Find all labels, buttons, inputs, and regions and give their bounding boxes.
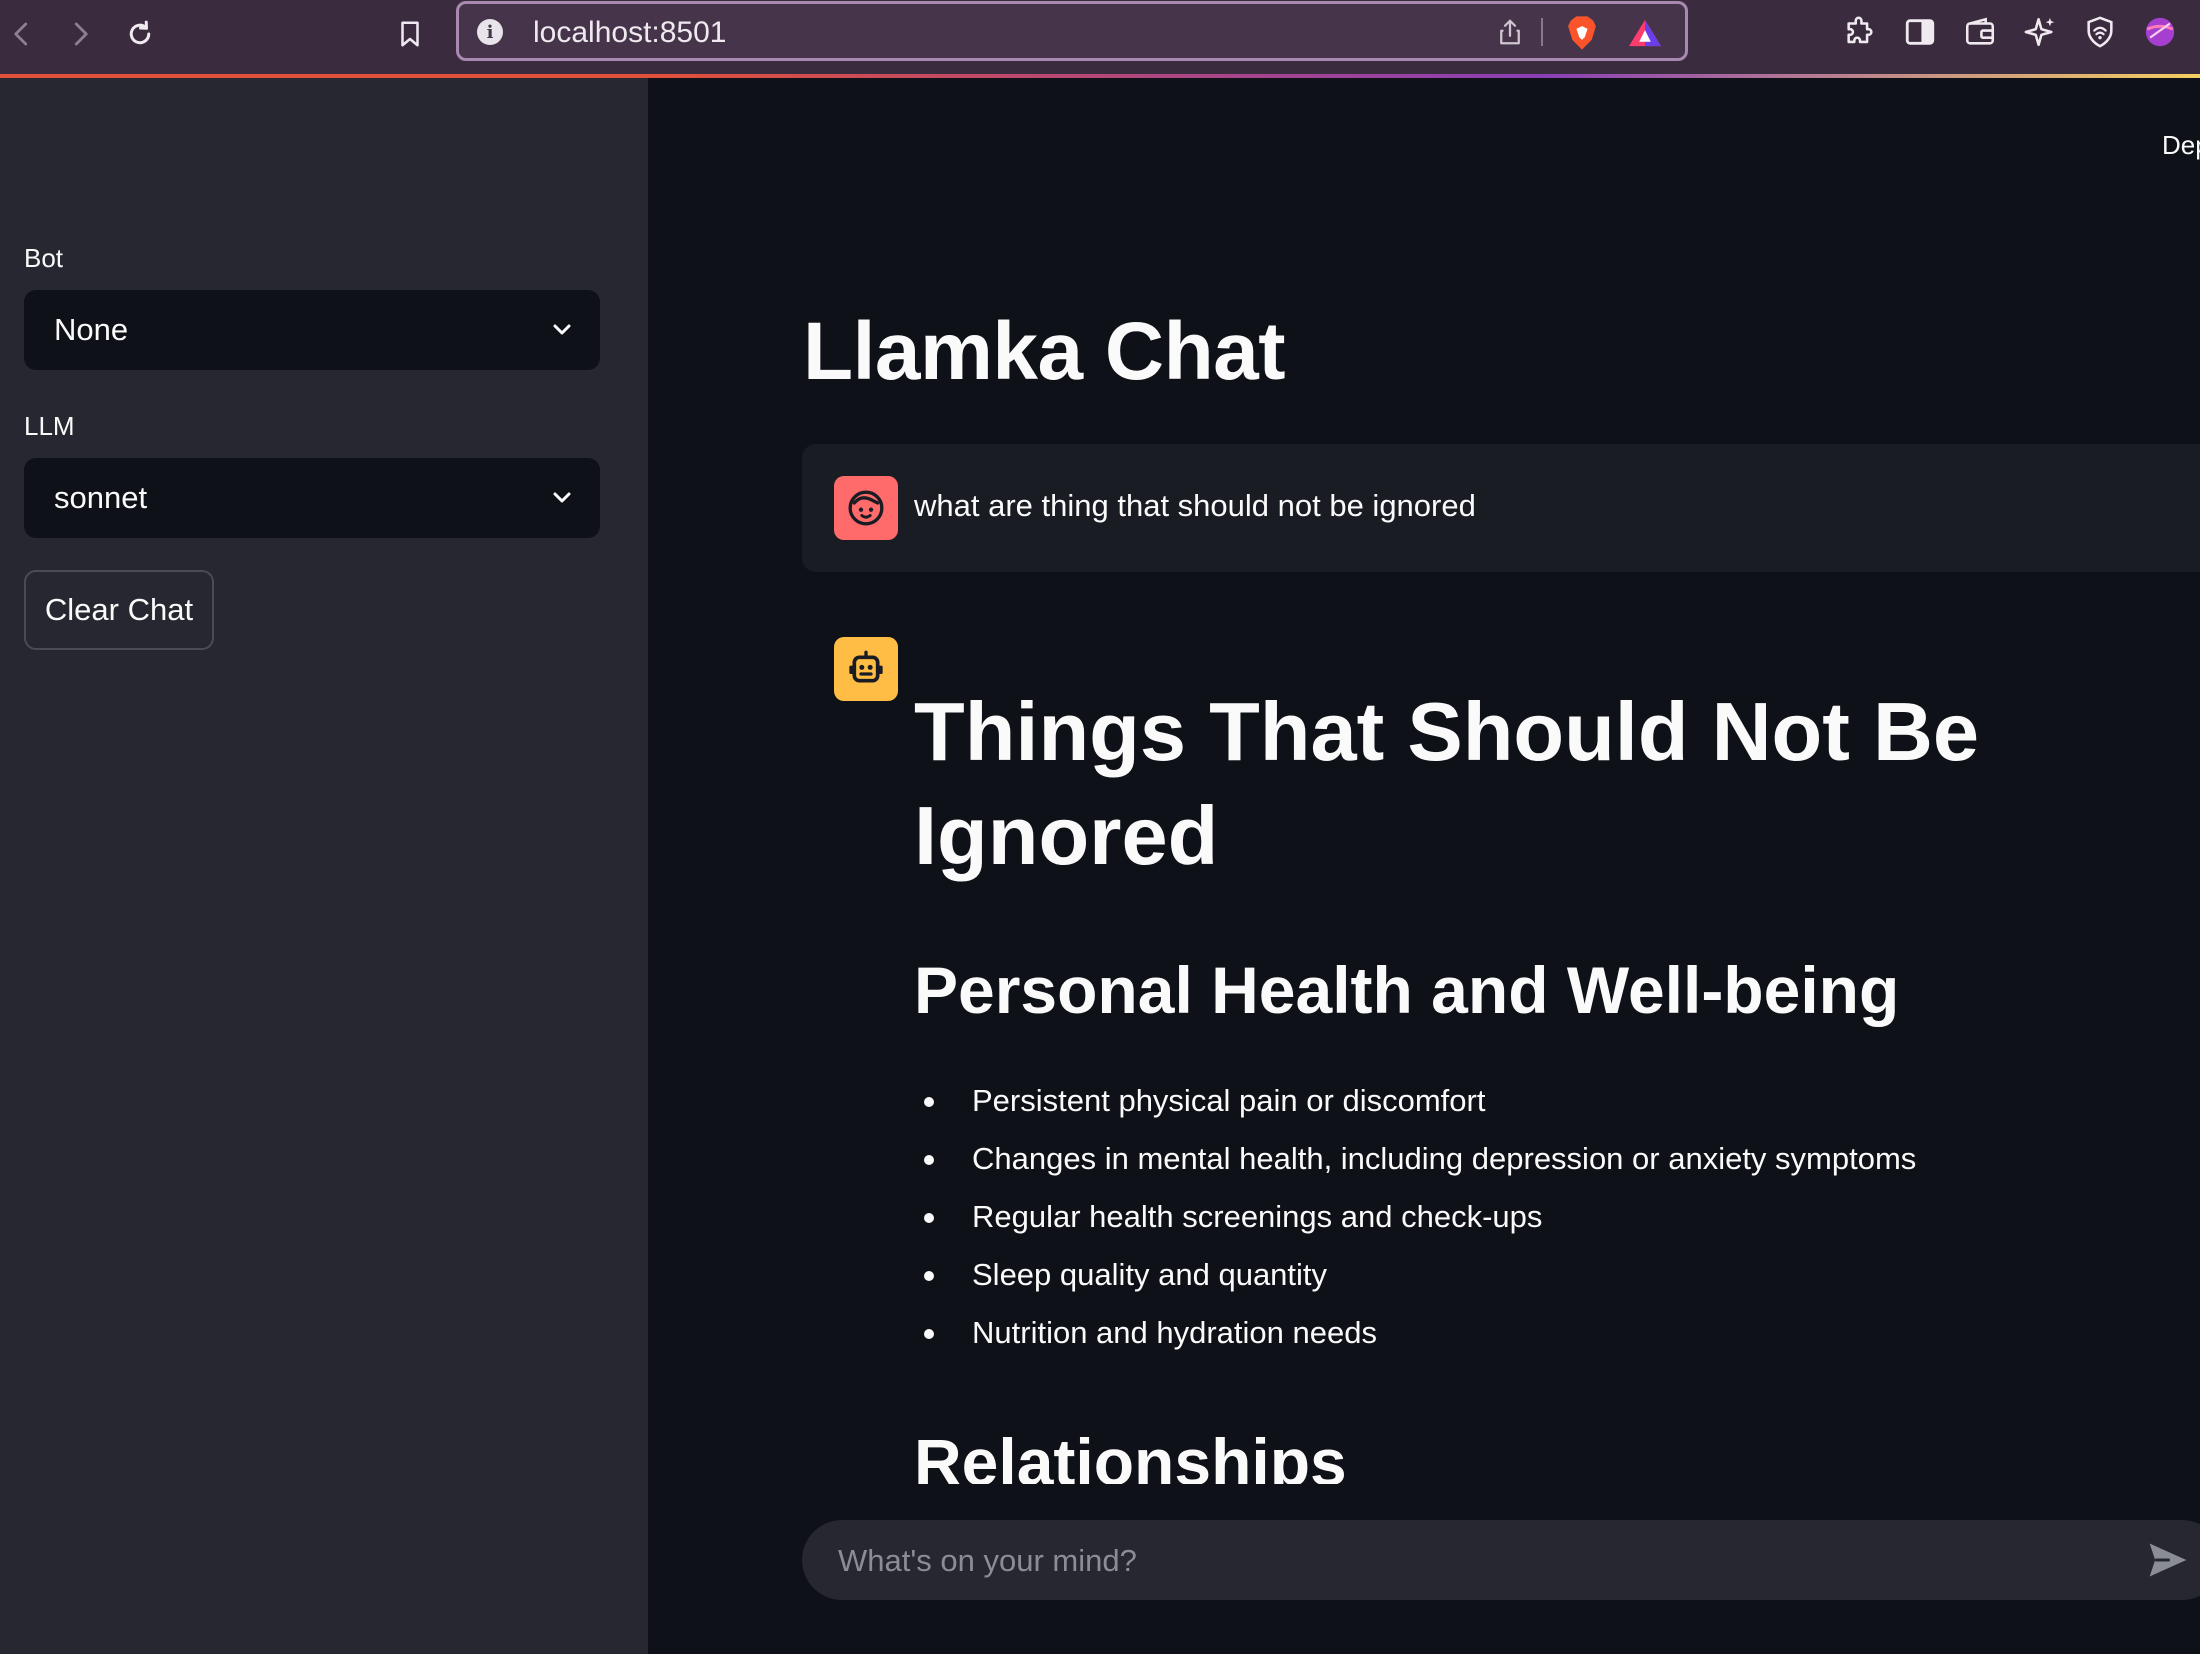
chevron-down-icon <box>553 324 571 335</box>
vpn-icon[interactable] <box>2080 12 2120 52</box>
list-item: Regular health screenings and check-ups <box>914 1194 1916 1252</box>
browser-toolbar: i localhost:8501 <box>0 0 2200 74</box>
list-item: Persistent physical pain or discomfort <box>914 1078 1916 1136</box>
address-bar[interactable]: i localhost:8501 <box>456 1 1688 61</box>
wallet-icon[interactable] <box>1960 12 2000 52</box>
clear-chat-button[interactable]: Clear Chat <box>24 570 214 650</box>
back-icon[interactable] <box>2 14 42 54</box>
section-title-health: Personal Health and Well-being <box>914 953 1900 1027</box>
chevron-down-icon <box>553 492 571 503</box>
page-title: Llamka Chat <box>803 306 1286 397</box>
site-info-icon[interactable]: i <box>477 19 503 45</box>
brave-rewards-icon[interactable] <box>1627 17 1663 49</box>
url-text[interactable]: localhost:8501 <box>533 16 726 50</box>
reload-icon[interactable] <box>120 14 160 54</box>
bot-label: Bot <box>24 243 64 273</box>
forward-icon[interactable] <box>60 14 100 54</box>
bot-select[interactable]: None <box>24 290 600 370</box>
user-avatar-icon <box>834 476 898 540</box>
user-message: what are thing that should not be ignore… <box>802 444 2200 572</box>
response-heading: Things That Should Not Be Ignored <box>914 685 1980 882</box>
share-icon[interactable] <box>1495 17 1525 47</box>
list-item: Nutrition and hydration needs <box>914 1310 1916 1368</box>
sidebar-toggle-icon[interactable] <box>1900 12 1940 52</box>
urlbar-divider <box>1541 18 1543 46</box>
list-item: Changes in mental health, including depr… <box>914 1136 1916 1194</box>
user-message-text: what are thing that should not be ignore… <box>914 488 1476 523</box>
chat-input-bar <box>802 1520 2200 1600</box>
send-icon[interactable] <box>2146 1538 2190 1582</box>
llm-select-value: sonnet <box>54 480 148 515</box>
chat-input[interactable] <box>836 1534 2120 1588</box>
bot-select-value: None <box>54 312 129 347</box>
sidebar: Bot None LLM sonnet Clear Chat <box>0 78 648 1654</box>
extensions-icon[interactable] <box>1840 12 1880 52</box>
leo-ai-icon[interactable] <box>2020 12 2060 52</box>
deploy-button[interactable]: Dep <box>2162 130 2200 161</box>
list-item: Sleep quality and quantity <box>914 1252 1916 1310</box>
brave-shield-icon[interactable] <box>1565 15 1599 51</box>
health-list: Persistent physical pain or discomfort C… <box>914 1078 1916 1368</box>
llm-label: LLM <box>24 411 75 441</box>
profile-avatar-icon[interactable] <box>2140 12 2180 52</box>
bot-avatar-icon <box>834 637 898 701</box>
llm-select[interactable]: sonnet <box>24 458 600 538</box>
bookmark-icon[interactable] <box>390 14 430 54</box>
